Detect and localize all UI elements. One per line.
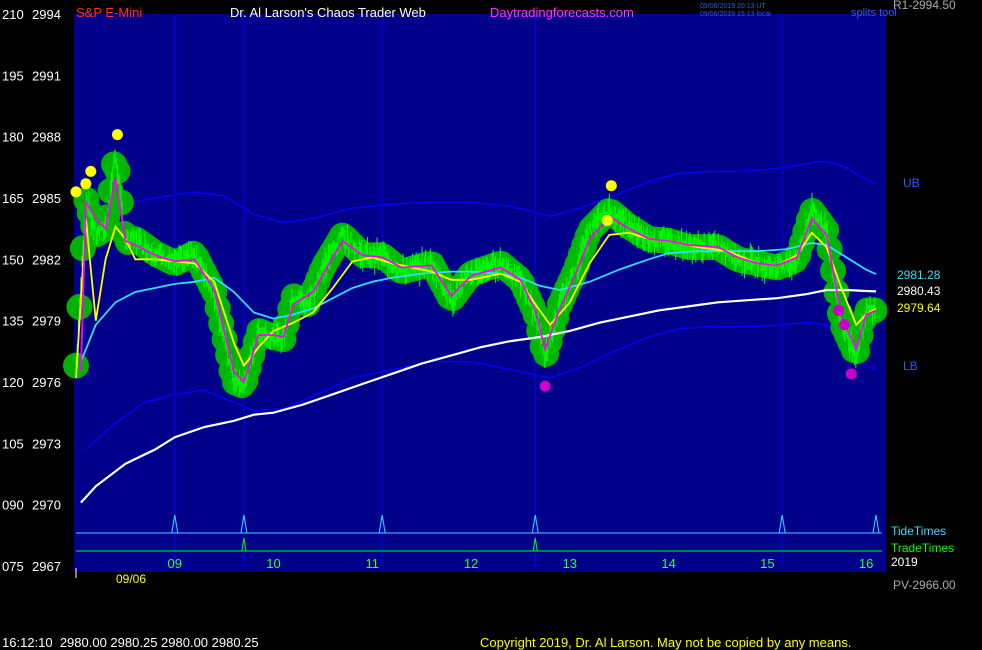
timestamp-local: 09/06/2019 15:13 local xyxy=(700,11,771,18)
copyright: Copyright 2019, Dr. Al Larson. May not b… xyxy=(480,635,851,650)
y-tick-left-label: 210 xyxy=(2,7,24,22)
magenta-dot xyxy=(838,319,850,331)
x-tick-label: 13 xyxy=(563,556,577,571)
chart: 210 2994 195 2991 180 2988 165 2985 150 2982 135 29… xyxy=(2,0,956,650)
cyan-value-label: 2981.28 xyxy=(897,268,941,282)
x-tick-label: 12 xyxy=(464,556,478,571)
x-tick-label: 14 xyxy=(661,556,675,571)
date-label: 09/06 xyxy=(116,572,146,586)
y-tick-price-label: 2967 xyxy=(32,559,61,574)
y-tick-left-label: 090 xyxy=(2,498,24,513)
y-tick-price-label: 2979 xyxy=(32,314,61,329)
trade-times-label: TradeTimes xyxy=(891,541,954,555)
y-tick-price-label: 2994 xyxy=(32,7,61,22)
lower-band-label: LB xyxy=(903,359,918,373)
y-tick-left-label: 105 xyxy=(2,436,24,451)
y-tick-left-label: 195 xyxy=(2,68,24,83)
x-tick-label: 09 xyxy=(168,556,182,571)
y-tick-left-label: 075 xyxy=(2,559,24,574)
magenta-dot xyxy=(845,368,857,380)
yellow-dot xyxy=(70,186,82,198)
yellow-value-label: 2979.64 xyxy=(897,301,941,315)
magenta-dot xyxy=(539,380,551,392)
magenta-dot xyxy=(832,304,844,316)
y-tick-price-label: 2982 xyxy=(32,252,61,267)
y-tick-price-label: 2985 xyxy=(32,191,61,206)
timestamp-ut: 09/06/2019 20:13 UT xyxy=(700,3,766,10)
site-label: Daytradingforecasts.com xyxy=(490,5,634,20)
x-tick-label: 10 xyxy=(266,556,280,571)
tide-times-label: TideTimes xyxy=(891,524,946,538)
x-tick-label: 15 xyxy=(760,556,774,571)
y-tick-price-label: 2991 xyxy=(32,68,61,83)
instrument-label: S&P E-Mini xyxy=(76,5,142,20)
chart-title: Dr. Al Larson's Chaos Trader Web xyxy=(230,5,426,20)
white-value-label: 2980.43 xyxy=(897,284,941,298)
yellow-dot xyxy=(111,129,123,141)
plot-background xyxy=(74,14,886,572)
x-tick-label: 16 xyxy=(859,556,873,571)
upper-band-label: UB xyxy=(903,176,920,190)
yellow-dot xyxy=(85,165,97,177)
y-tick-left-label: 165 xyxy=(2,191,24,206)
y-tick-left-label: 120 xyxy=(2,375,24,390)
yellow-dot xyxy=(80,178,92,190)
y-tick-left-label: 135 xyxy=(2,314,24,329)
y-tick-left-label: 180 xyxy=(2,130,24,145)
y-tick-price-label: 2988 xyxy=(32,130,61,145)
pv-label: PV-2966.00 xyxy=(893,578,956,592)
x-tick-label: 11 xyxy=(366,556,380,571)
y-tick-left-label: 150 xyxy=(2,252,24,267)
yellow-dot xyxy=(605,180,617,192)
y-tick-price-label: 2970 xyxy=(32,498,61,513)
y-tick-price-label: 2973 xyxy=(32,436,61,451)
quote-line: 16:12:10 2980.00 2980.25 2980.00 2980.25 xyxy=(2,635,259,650)
splits-tool-label[interactable]: splits tool xyxy=(851,7,897,19)
y-tick-price-label: 2976 xyxy=(32,375,61,390)
r1-label: R1-2994.50 xyxy=(893,0,956,12)
yellow-dot xyxy=(601,214,613,226)
year-label: 2019 xyxy=(891,555,918,569)
